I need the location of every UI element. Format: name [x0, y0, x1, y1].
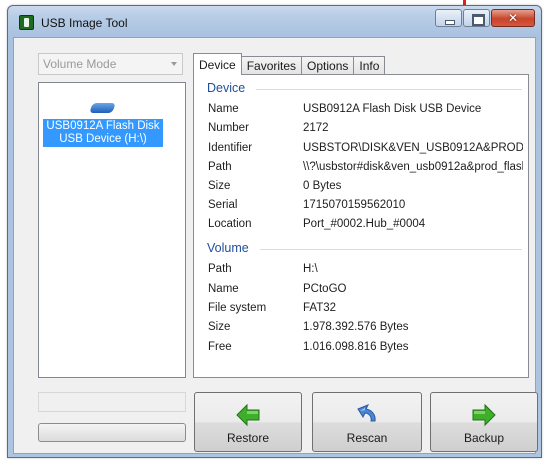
- device-row-value: USBSTOR\DISK&VEN_USB0912A&PROD_: [303, 142, 523, 154]
- device-group-header: Device: [207, 81, 246, 95]
- device-row: Serial 1715070159562010: [208, 199, 405, 211]
- device-row: Name USB0912A Flash Disk USB Device: [208, 103, 481, 115]
- volume-row-value: FAT32: [303, 302, 337, 314]
- volume-row-value: PCtoGO: [303, 283, 347, 295]
- tab-device[interactable]: Device: [193, 53, 242, 75]
- tab-info[interactable]: Info: [353, 56, 386, 75]
- device-row-key: Serial: [208, 199, 238, 211]
- progress-bar: [38, 423, 186, 442]
- device-row-key: Identifier: [208, 142, 253, 154]
- chevron-down-icon: [171, 62, 177, 66]
- device-row-value: 1715070159562010: [303, 199, 406, 211]
- volume-row: Name PCtoGO: [208, 283, 346, 295]
- rescan-button[interactable]: Rescan: [312, 392, 422, 452]
- backup-label: Backup: [463, 431, 505, 445]
- tab-strip: Device Favorites Options Info: [193, 52, 386, 75]
- volume-row: Free 1.016.098.816 Bytes: [208, 341, 409, 353]
- device-row: Identifier USBSTOR\DISK&VEN_USB0912A&PROD…: [208, 142, 523, 154]
- device-row-key: Size: [208, 180, 231, 192]
- device-row: Size 0 Bytes: [208, 180, 341, 192]
- restore-label: Restore: [226, 431, 270, 445]
- volume-row-key: Name: [208, 283, 239, 295]
- green-left-arrow-icon: [236, 403, 260, 427]
- device-list-item[interactable]: USB0912A Flash Disk USB Device (H:\): [43, 100, 163, 147]
- device-row: Number 2172: [208, 122, 329, 134]
- backup-button[interactable]: Backup: [430, 392, 538, 452]
- volume-row-key: Free: [208, 341, 232, 353]
- device-row-value: 2172: [303, 122, 329, 134]
- client-area: Volume Mode USB0912A Flash Disk USB Devi…: [13, 37, 538, 454]
- device-row-key: Path: [208, 161, 232, 173]
- app-window: USB Image Tool ✕ Volume Mode USB0912A Fl…: [7, 5, 542, 458]
- device-row-value: USB0912A Flash Disk USB Device: [303, 103, 482, 115]
- volume-row: Size 1.978.392.576 Bytes: [208, 321, 409, 333]
- restore-button[interactable]: Restore: [194, 392, 302, 452]
- device-row-key: Name: [208, 103, 239, 115]
- device-row: Path \\?\usbstor#disk&ven_usb0912a&prod_f…: [208, 161, 523, 173]
- volume-row-key: Path: [208, 263, 232, 275]
- volume-row-value: H:\: [303, 263, 318, 275]
- device-label-line1: USB0912A Flash Disk: [46, 120, 160, 132]
- usb-image-tool-icon: [19, 15, 34, 30]
- device-list[interactable]: USB0912A Flash Disk USB Device (H:\): [38, 82, 186, 378]
- device-label-line2: USB Device (H:\): [59, 133, 147, 145]
- close-icon: ✕: [507, 11, 519, 25]
- device-row-key: Number: [208, 122, 249, 134]
- volume-row-key: File system: [208, 302, 267, 314]
- device-row-value: Port_#0002.Hub_#0004: [303, 218, 426, 230]
- blue-refresh-arrow-icon: [357, 404, 376, 422]
- device-tab-panel: Device Name USB0912A Flash Disk USB Devic…: [193, 74, 529, 378]
- caption-buttons: ✕: [435, 9, 535, 27]
- maximize-button[interactable]: [463, 9, 490, 27]
- usb-drive-icon: [90, 100, 116, 116]
- volume-group-header: Volume: [207, 241, 249, 255]
- window-title: USB Image Tool: [41, 16, 128, 30]
- status-field: [38, 392, 186, 412]
- tab-options[interactable]: Options: [301, 56, 355, 75]
- volume-row-value: 1.978.392.576 Bytes: [303, 321, 409, 333]
- green-right-arrow-icon: [472, 403, 496, 427]
- device-label: USB0912A Flash Disk USB Device (H:\): [43, 119, 163, 147]
- volume-row-key: Size: [208, 321, 231, 333]
- minimize-button[interactable]: [435, 9, 462, 27]
- device-row-value: \\?\usbstor#disk&ven_usb0912a&prod_flash: [303, 161, 523, 173]
- volume-row: Path H:\: [208, 263, 318, 275]
- volume-row-value: 1.016.098.816 Bytes: [303, 341, 409, 353]
- device-row-key: Location: [208, 218, 252, 230]
- device-group-divider: [256, 89, 522, 90]
- rescan-label: Rescan: [346, 431, 388, 445]
- mode-select-value: Volume Mode: [43, 57, 117, 71]
- tab-favorites[interactable]: Favorites: [240, 56, 303, 75]
- device-row: Location Port_#0002.Hub_#0004: [208, 218, 425, 230]
- mode-select[interactable]: Volume Mode: [38, 53, 183, 75]
- close-button[interactable]: ✕: [491, 9, 535, 27]
- device-row-value: 0 Bytes: [303, 180, 342, 192]
- volume-group-divider: [260, 249, 522, 250]
- volume-row: File system FAT32: [208, 302, 336, 314]
- title-bar[interactable]: USB Image Tool ✕: [8, 6, 541, 36]
